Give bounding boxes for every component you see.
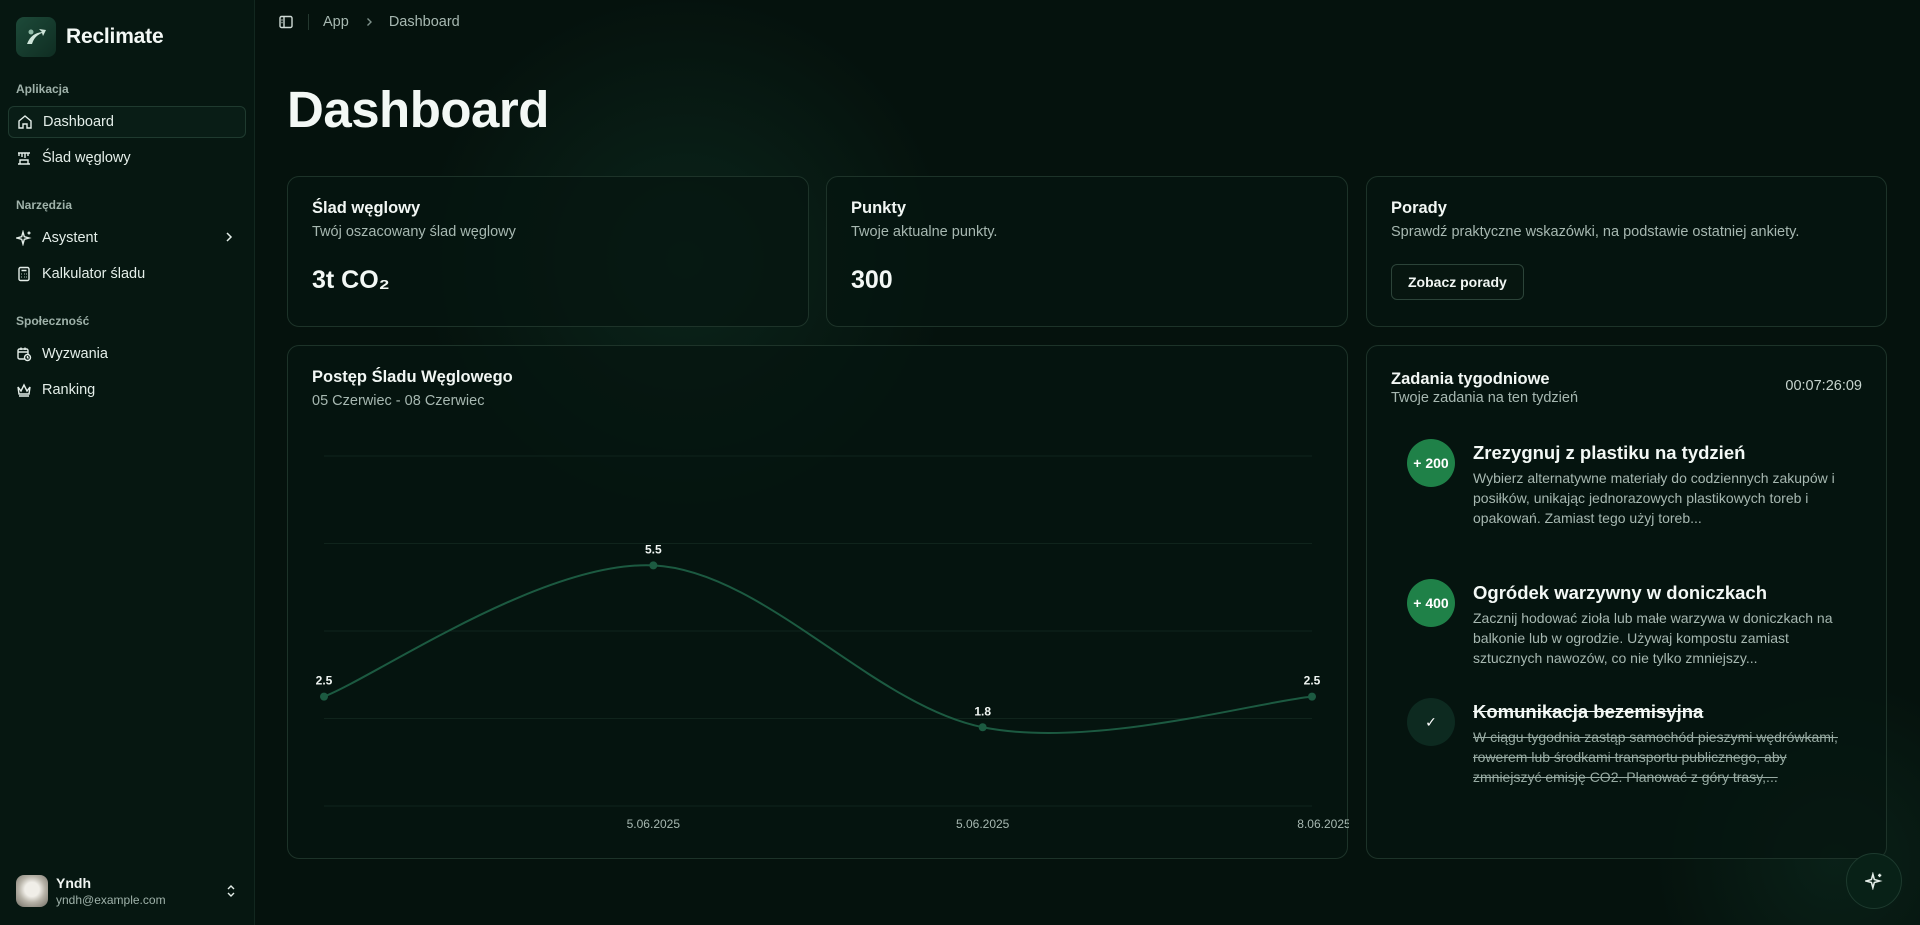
breadcrumb-dashboard: Dashboard xyxy=(388,14,460,30)
calendar-clock-icon xyxy=(17,347,32,362)
sidebar-group-label: Aplikacja xyxy=(16,82,69,96)
task-description: Wybierz alternatywne materiały do codzie… xyxy=(1473,470,1835,526)
chart-data-label: 2.5 xyxy=(316,674,333,688)
sidebar-item-asystent[interactable]: Asystent xyxy=(8,222,246,254)
task-item-completed[interactable]: ✓ Komunikacja bezemisyjna W ciągu tygodn… xyxy=(1407,698,1846,787)
card-points: Punkty Twoje aktualne punkty. 300 xyxy=(826,176,1348,327)
task-title: Ogródek warzywny w doniczkach xyxy=(1473,582,1768,603)
sidebar-item-label: Dashboard xyxy=(43,114,114,130)
chart-point[interactable] xyxy=(1308,692,1316,701)
points-value: 300 xyxy=(851,266,893,294)
topbar: App Dashboard xyxy=(255,0,1920,44)
user-menu[interactable]: Yndh yndh@example.com xyxy=(8,875,246,907)
app-root: Reclimate Aplikacja Dashboard Ślad węglo… xyxy=(0,0,1920,925)
check-icon: ✓ xyxy=(1407,698,1455,746)
sidebar-item-ranking[interactable]: Ranking xyxy=(8,374,246,406)
task-description: Zacznij hodować zioła lub małe warzywa w… xyxy=(1473,610,1833,666)
chart-x-tick-label: 5.06.2025 xyxy=(627,817,681,831)
home-icon xyxy=(18,115,32,129)
chart-series-line xyxy=(323,564,1313,734)
sidebar-item-label: Ślad węglowy xyxy=(42,150,131,166)
card-subtitle: Sprawdź praktyczne wskazówki, na podstaw… xyxy=(1391,224,1800,240)
card-subtitle: Twój oszacowany ślad węglowy xyxy=(312,224,516,240)
sparkles-icon xyxy=(16,230,32,246)
brand-name: Reclimate xyxy=(66,24,164,48)
card-progress-chart: 2.5 5.5 5.06.2025 1.8 5.06.2025 2.5 8.06.2025 … xyxy=(287,345,1349,859)
topbar-divider xyxy=(308,14,309,30)
task-content: Ogródek warzywny w doniczkach Zacznij ho… xyxy=(1473,579,1846,668)
card-title: Porady xyxy=(1391,199,1447,217)
tasks-timer: 00:07:26:09 xyxy=(1785,378,1862,394)
task-title: Zrezygnuj z plastiku na tydzień xyxy=(1473,442,1746,463)
sidebar-item-label: Asystent xyxy=(42,230,98,246)
chart-data-label: 2.5 xyxy=(1304,674,1321,688)
task-item[interactable]: + 200 Zrezygnuj z plastiku na tydzień Wy… xyxy=(1407,439,1846,528)
chart-data-label: 1.8 xyxy=(974,704,991,718)
task-title: Komunikacja bezemisyjna xyxy=(1473,701,1704,722)
chevron-right-icon xyxy=(226,232,233,242)
sidebar-item-label: Wyzwania xyxy=(42,346,108,362)
breadcrumb-app[interactable]: App xyxy=(323,14,349,30)
user-email: yndh@example.com xyxy=(56,893,166,907)
main-content: App Dashboard Dashboard Ślad węglowy Twó… xyxy=(255,0,1920,925)
task-content: Zrezygnuj z plastiku na tydzień Wybierz … xyxy=(1473,439,1846,528)
sidebar-group-narzedzia: Narzędzia Asystent Kalkulator śladu xyxy=(8,198,246,290)
sidebar-group-spolecznosc: Społeczność Wyzwania Ranking xyxy=(8,314,246,406)
points-badge: + 400 xyxy=(1407,579,1455,627)
user-info: Yndh yndh@example.com xyxy=(56,875,216,907)
avatar xyxy=(16,875,48,907)
card-title: Postęp Śladu Węglowego xyxy=(312,368,513,386)
card-weekly-tasks: Zadania tygodniowe Twoje zadania na ten … xyxy=(1366,345,1887,859)
calculator-icon xyxy=(18,266,30,282)
brand-logo-icon xyxy=(16,16,56,57)
sidebar-group-label: Społeczność xyxy=(16,314,90,328)
footprint-value: 3t CO₂ xyxy=(312,266,390,294)
sidebar-item-kalkulator[interactable]: Kalkulator śladu xyxy=(8,258,246,290)
brand[interactable]: Reclimate xyxy=(8,14,246,57)
assistant-fab[interactable] xyxy=(1846,853,1902,909)
card-subtitle: Twoje aktualne punkty. xyxy=(851,224,998,240)
task-content: Komunikacja bezemisyjna W ciągu tygodnia… xyxy=(1473,698,1846,787)
card-title: Punkty xyxy=(851,199,907,217)
factory-icon xyxy=(18,152,30,165)
card-footprint: Ślad węglowy Twój oszacowany ślad węglow… xyxy=(287,176,809,327)
sidebar-item-label: Ranking xyxy=(42,382,96,398)
sidebar: Reclimate Aplikacja Dashboard Ślad węglo… xyxy=(0,0,255,925)
sparkles-icon xyxy=(1865,872,1883,890)
chevrons-up-down-icon[interactable] xyxy=(224,884,238,898)
sidebar-item-label: Kalkulator śladu xyxy=(42,266,146,282)
chart-x-tick-label: 5.06.2025 xyxy=(956,817,1010,831)
chart-x-tick-label: 8.06.2025 xyxy=(1297,817,1349,831)
see-tips-button[interactable]: Zobacz porady xyxy=(1391,264,1524,300)
line-chart: 2.5 5.5 5.06.2025 1.8 5.06.2025 2.5 8.06.2025 xyxy=(316,455,1349,831)
user-name: Yndh xyxy=(56,875,91,891)
sidebar-group-aplikacja: Aplikacja Dashboard Ślad węglowy xyxy=(8,82,246,174)
card-title: Ślad węglowy xyxy=(312,199,421,217)
points-badge: + 200 xyxy=(1407,439,1455,487)
chevron-right-icon xyxy=(366,18,372,26)
chart-data-label: 5.5 xyxy=(645,542,662,556)
sidebar-item-dashboard[interactable]: Dashboard xyxy=(8,106,246,138)
chart-point[interactable] xyxy=(649,561,658,570)
card-tips: Porady Sprawdź praktyczne wskazówki, na … xyxy=(1366,176,1887,327)
chart-point[interactable] xyxy=(320,692,328,701)
page-title: Dashboard xyxy=(287,81,549,138)
task-item[interactable]: + 400 Ogródek warzywny w doniczkach Zacz… xyxy=(1407,579,1846,668)
sidebar-item-wyzwania[interactable]: Wyzwania xyxy=(8,338,246,370)
sidebar-item-slad-weglowy[interactable]: Ślad węglowy xyxy=(8,142,246,174)
chart-point[interactable] xyxy=(978,723,987,732)
card-subtitle: 05 Czerwiec - 08 Czerwiec xyxy=(312,393,485,409)
task-description: W ciągu tygodnia zastąp samochód pieszym… xyxy=(1473,729,1838,785)
sidebar-toggle-icon[interactable] xyxy=(278,14,294,30)
crown-icon xyxy=(17,383,31,397)
sidebar-group-label: Narzędzia xyxy=(16,198,73,212)
